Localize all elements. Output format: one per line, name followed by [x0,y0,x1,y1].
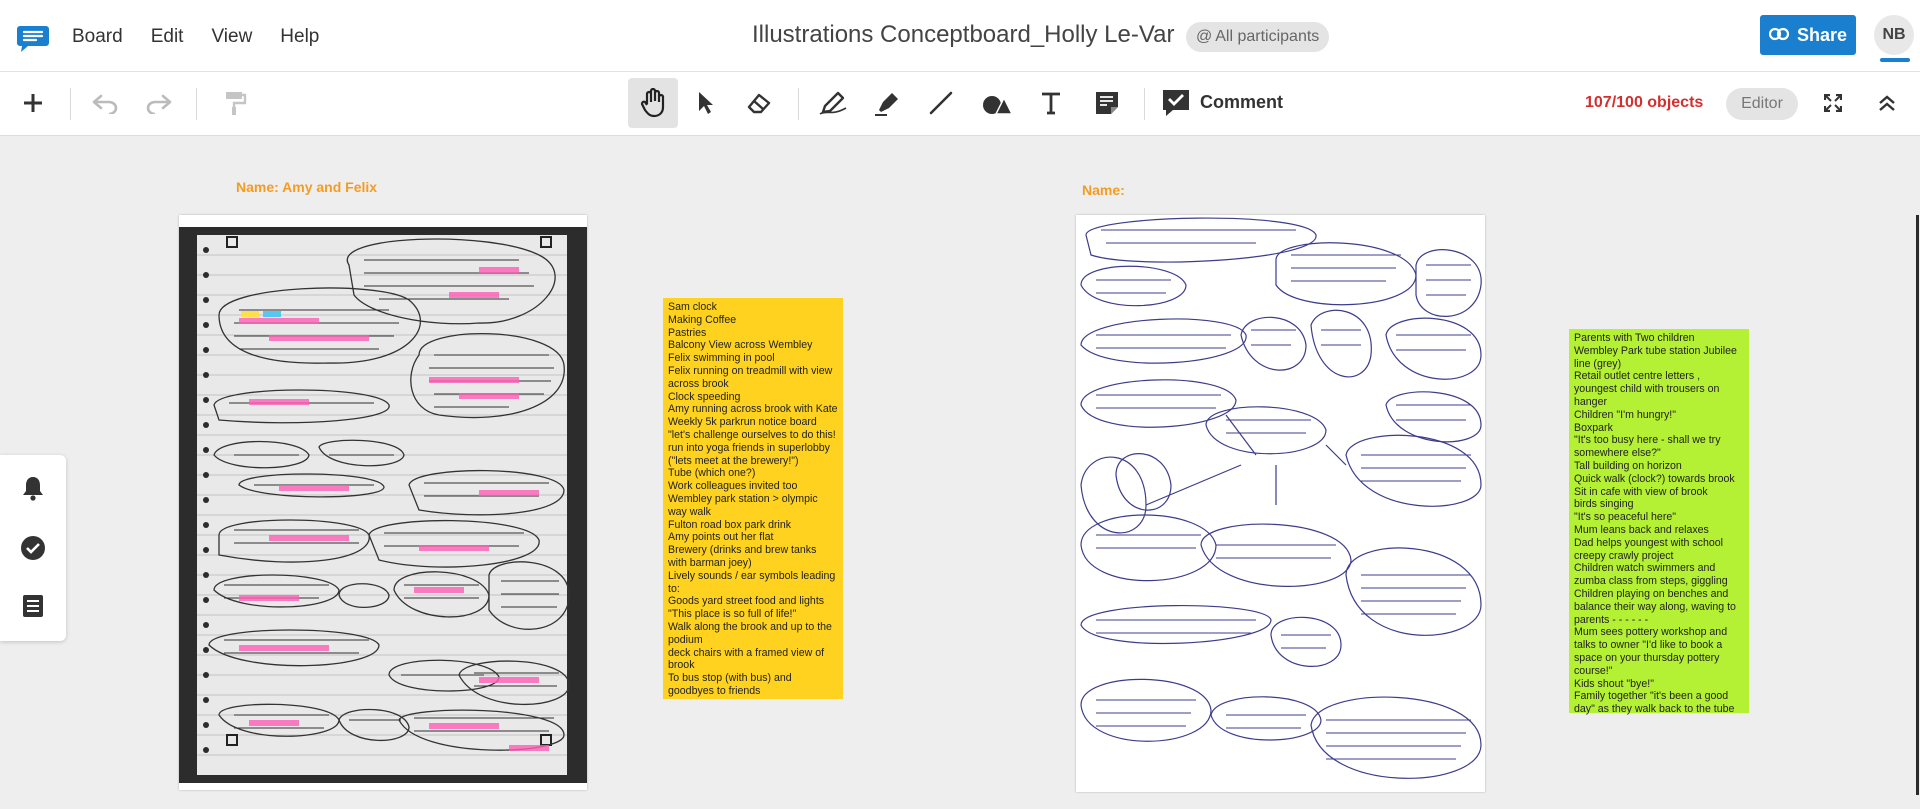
text-icon[interactable] [1028,80,1074,126]
user-avatar[interactable]: NB [1874,15,1914,55]
sticky-note-icon[interactable] [1084,80,1130,126]
note-line: To bus stop (with bus) and goodbyes to f… [668,672,792,697]
avatar-indicator [1880,58,1910,62]
note-line: Boxpark [1574,421,1613,434]
note-line: Fulton road box park drink [668,518,792,531]
cursor-icon[interactable] [682,80,728,126]
toolbar-divider [798,88,799,120]
share-label: Share [1796,24,1848,45]
note-line: Mum leans back and relaxes [1574,523,1709,536]
note-line: Brewery (drinks and brew tanks with barm… [668,544,817,569]
note-line: Wembley Park tube station Jubilee line (… [1574,344,1737,370]
objects-count: 107/100 objects [1585,94,1704,111]
note-line: Weekly 5k parkrun notice board [668,416,817,429]
note-line: "It's so peaceful here" [1574,511,1677,524]
note-line: Retail outlet centre letters , youngest … [1574,370,1720,408]
note-line: Walk along the brook and up to the podiu… [668,620,832,646]
storyboard-sketch-left[interactable] [179,215,587,790]
note-line: "This place is so full of life!" [668,608,797,621]
plus-icon[interactable] [10,80,56,126]
at-icon: @ [1196,28,1213,45]
note-line: Work colleagues invited too [668,480,798,493]
note-line: Goods yard street food and lights [668,595,825,608]
note-line: "let's challenge ourselves to do this! [668,428,836,441]
bell-icon[interactable] [16,471,50,505]
participants-label: All participants [1215,28,1320,45]
mindmap-sketch-right[interactable] [1076,215,1485,792]
sticky-note-green[interactable]: Parents with Two children Wembley Park t… [1569,329,1749,716]
note-line: Felix swimming in pool [668,352,775,365]
note-line: Parents with Two children [1574,332,1695,344]
menu-help[interactable]: Help [266,24,333,50]
note-line: Felix running on treadmill with view acr… [668,364,833,390]
note-line: Amy points out her flat [668,531,774,544]
toolbar: Comment 107/100 objects Editor [0,72,1920,136]
note-line: Amy running across brook with Kate [668,403,838,416]
comment-button[interactable]: Comment [1200,92,1283,113]
canvas-edge-object [1916,215,1919,795]
line-icon[interactable] [918,80,964,126]
pen-icon[interactable] [810,80,856,126]
note-line: Kids shout "bye!" [1574,677,1654,690]
conceptboard-logo-icon[interactable] [16,23,50,53]
shapes-icon[interactable] [974,80,1020,126]
sticky-note-yellow[interactable]: Sam clock Making Coffee Pastries Balcony… [663,298,843,699]
name-label-left: Name: Amy and Felix [236,179,378,195]
redo-icon[interactable] [136,80,182,126]
list-icon[interactable] [16,589,50,623]
menu-edit[interactable]: Edit [137,24,198,50]
link-icon [1768,25,1790,46]
menu-view[interactable]: View [197,24,266,50]
note-line: ("lets meet at the brewery!") [668,454,799,467]
editor-role-badge[interactable]: Editor [1726,88,1798,120]
note-line: Clock speeding [668,390,741,403]
hand-icon[interactable] [628,78,678,128]
note-line: Balcony View across Wembley [668,339,813,352]
note-line: Wembley park station > olympic way walk [668,492,818,518]
main-menu: Board Edit View Help [58,24,333,50]
note-line: Quick walk (clock?) towards brook [1574,472,1735,485]
note-line: "It's too busy here - shall we try somew… [1574,434,1721,460]
note-line: Mum sees pottery workshop and talks to o… [1574,626,1728,677]
note-line: Family together "it's been a good day" a… [1574,690,1735,716]
note-line: Sit in cafe with view of brook [1574,485,1708,498]
note-line: Children watch swimmers and zumba class … [1574,562,1728,588]
fullscreen-icon[interactable] [1810,80,1856,126]
note-line: Children playing on benches and balance … [1574,587,1736,626]
menu-board[interactable]: Board [58,24,137,50]
highlighter-icon[interactable] [864,80,910,126]
board-title[interactable]: Illustrations Conceptboard_Holly Le-Var [752,21,1174,49]
collapse-icon[interactable] [1864,80,1910,126]
note-line: run into yoga friends in superlobby [668,441,830,454]
toolbar-divider [1144,88,1145,120]
note-line: Making Coffee [668,313,737,326]
note-line: Sam clock [668,301,717,313]
side-panel [0,455,66,641]
note-line: Lively sounds / ear symbols leading to: [668,569,836,595]
note-line: Tube (which one?) [668,467,756,480]
note-line: birds singing [1574,498,1634,511]
comment-icon[interactable] [1153,80,1199,126]
note-line: Tall building on horizon [1574,459,1682,472]
name-label-right: Name: [1082,182,1125,198]
share-button[interactable]: Share [1760,15,1856,55]
note-line: deck chairs with a framed view of brook [668,646,825,672]
participants-badge[interactable]: @ All participants [1186,22,1330,52]
note-line: Pastries [668,326,707,339]
paint-roller-icon[interactable] [212,80,258,126]
note-line: Children "I'm hungry!" [1574,408,1676,421]
toolbar-divider [196,88,197,120]
check-circle-icon[interactable] [16,531,50,565]
toolbar-divider [70,88,71,120]
eraser-icon[interactable] [736,80,782,126]
top-menu-bar: Board Edit View Help Illustrations Conce… [0,0,1920,72]
undo-icon[interactable] [82,80,128,126]
note-line: Dad helps youngest with school creepy cr… [1574,536,1723,562]
